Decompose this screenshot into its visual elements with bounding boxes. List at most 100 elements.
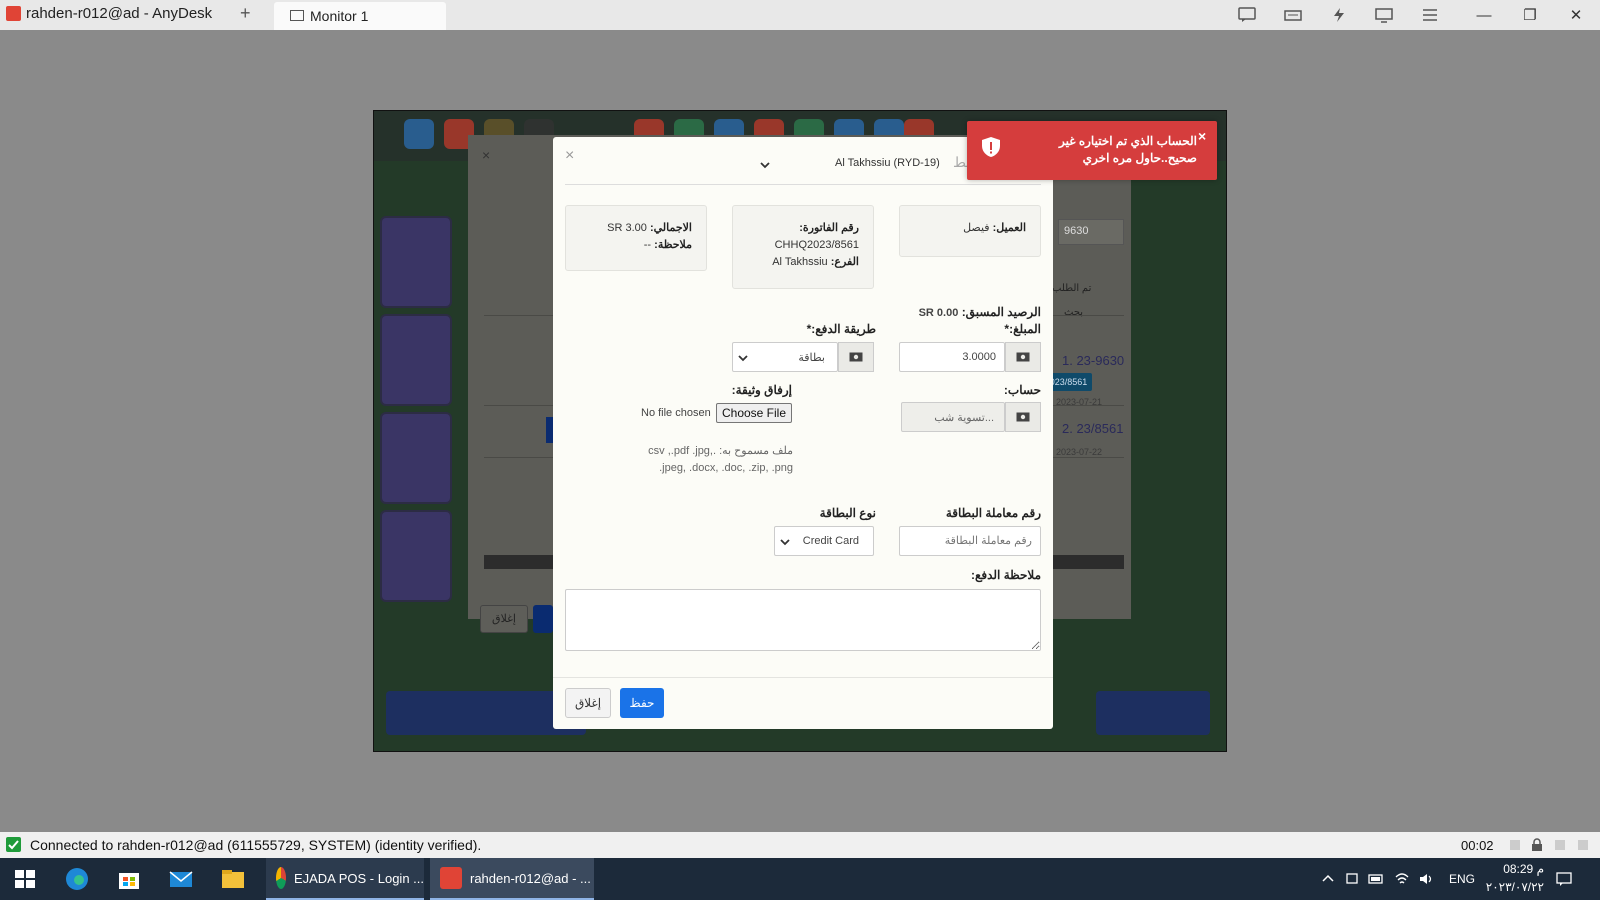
card-txn-input[interactable]: [899, 526, 1041, 556]
tab-monitor[interactable]: Monitor 1: [274, 2, 446, 31]
chevron-down-icon: [759, 159, 771, 171]
background-close-button[interactable]: إغلاق: [480, 605, 528, 633]
card-type-value: Credit Card: [802, 535, 859, 547]
chevron-up-icon[interactable]: [1320, 871, 1336, 887]
invoice-item[interactable]: 2. 23/8561: [1062, 421, 1123, 436]
payment-note-textarea[interactable]: [565, 589, 1041, 651]
menu-icon[interactable]: [1421, 7, 1439, 23]
invoice-item[interactable]: 1. 23-9630: [1062, 353, 1124, 368]
money-icon: [1005, 342, 1041, 372]
search-tab[interactable]: بحث: [1064, 307, 1083, 318]
requested-tab[interactable]: تم الطلب: [1052, 283, 1091, 294]
amount-value: 3.0000: [962, 351, 996, 363]
check-icon: [6, 837, 21, 852]
toast-close-button[interactable]: ×: [1198, 128, 1206, 144]
advance-balance: الرصيد المسبق: SR 0.00: [919, 305, 1041, 319]
taskbar-app-chrome[interactable]: EJADA POS - Login ...: [266, 858, 424, 900]
new-tab-button[interactable]: +: [240, 3, 251, 24]
total-label: الاجمالي:: [649, 222, 692, 234]
window-title: rahden-r012@ad - AnyDesk: [26, 5, 213, 22]
keyboard-icon[interactable]: [1284, 7, 1302, 23]
volume-icon[interactable]: [1418, 871, 1434, 887]
branch-label: الفرع:: [830, 256, 859, 268]
windows-taskbar: EJADA POS - Login ... rahden-r012@ad - .…: [0, 858, 1600, 900]
product-tile[interactable]: [380, 216, 452, 308]
advance-balance-label: الرصيد المسبق:: [961, 305, 1041, 319]
invoice-no-label: رقم الفاتورة:: [799, 222, 859, 234]
store-icon[interactable]: [116, 866, 142, 892]
payment-method-value: بطاقة: [798, 352, 825, 364]
anydesk-logo-icon: [6, 6, 21, 21]
close-icon[interactable]: ×: [482, 147, 490, 163]
permissions-icon[interactable]: [1553, 838, 1567, 852]
product-tile[interactable]: [380, 314, 452, 406]
card-type-label: نوع البطاقة: [819, 506, 876, 520]
session-timer: 00:02: [1461, 838, 1494, 853]
close-button[interactable]: إغلاق: [565, 688, 611, 718]
invoice-date: 2023-07-21: [1056, 397, 1103, 407]
background-search-field[interactable]: 9630: [1058, 219, 1124, 245]
customer-value: فيصل: [963, 222, 990, 234]
advance-balance-value: SR 0.00: [918, 307, 959, 319]
note-value: --: [643, 239, 652, 251]
minimize-button[interactable]: —: [1464, 2, 1504, 28]
chrome-icon: [276, 867, 286, 889]
product-tiles: [380, 216, 458, 616]
monitor-icon: [290, 10, 304, 21]
chat-icon[interactable]: [1238, 7, 1256, 23]
total-value: SR 3.00: [607, 222, 647, 234]
clock[interactable]: 08:29 م ٢٠٢٣/٠٧/٢٢: [1464, 860, 1544, 896]
product-tile[interactable]: [380, 510, 452, 602]
divider: [553, 677, 1053, 678]
invoice-box: رقم الفاتورة: CHHQ2023/8561 الفرع: Al Ta…: [732, 205, 874, 289]
battery-icon[interactable]: [1368, 871, 1384, 887]
clock-time: 08:29 م: [1503, 862, 1544, 876]
payment-method-select[interactable]: بطاقة: [732, 342, 838, 372]
anydesk-title-bar: rahden-r012@ad - AnyDesk + Monitor 1 — ❐…: [0, 0, 1600, 31]
edge-browser-icon[interactable]: [64, 866, 90, 892]
money-icon: [838, 342, 874, 372]
notifications-icon[interactable]: [1556, 871, 1572, 887]
save-button[interactable]: حفظ: [620, 688, 664, 718]
clock-date: ٢٠٢٣/٠٧/٢٢: [1485, 880, 1544, 894]
settings-icon[interactable]: [1576, 838, 1590, 852]
taskbar-app-chrome-label: EJADA POS - Login ...: [293, 870, 424, 886]
choose-file-button[interactable]: Choose File: [716, 403, 792, 423]
display-icon[interactable]: [1375, 7, 1393, 23]
no-file-text: No file chosen: [641, 407, 711, 419]
mail-icon[interactable]: [168, 866, 194, 892]
anydesk-icon: [440, 867, 462, 889]
lock-icon[interactable]: [1530, 838, 1544, 852]
payment-method-label: طريقة الدفع:*: [806, 322, 876, 336]
total-box: الاجمالي: SR 3.00 ملاحظة: --: [565, 205, 707, 271]
close-window-button[interactable]: ✕: [1556, 2, 1596, 28]
restore-button[interactable]: ❐: [1510, 2, 1550, 28]
device-icon[interactable]: [1344, 871, 1360, 887]
toast-message: الحساب الذي تم اختياره غير صحيح..حاول مر…: [1059, 134, 1197, 165]
shield-alert-icon: [979, 135, 1003, 159]
branch-name: Al Takhssiu: [772, 256, 828, 268]
connection-status-text: Connected to rahden-r012@ad (611555729, …: [30, 837, 482, 853]
wifi-icon[interactable]: [1394, 871, 1410, 887]
branch-select-value: Al Takhssiu (RYD-19): [835, 157, 940, 169]
taskbar-app-anydesk[interactable]: rahden-r012@ad - ...: [430, 858, 594, 900]
card-txn-label: رقم معاملة البطاقة: [945, 506, 1041, 520]
account-value: تسوية شب...: [934, 412, 994, 424]
account-label: حساب:: [1003, 383, 1041, 397]
invoice-date: 2023-07-22: [1056, 447, 1103, 457]
note-label: ملاحظة:: [654, 239, 692, 251]
actions-lightning-icon[interactable]: [1330, 7, 1348, 23]
file-explorer-icon[interactable]: [220, 866, 246, 892]
connection-status-bar: Connected to rahden-r012@ad (611555729, …: [0, 832, 1600, 858]
account-select[interactable]: تسوية شب...: [901, 402, 1005, 432]
payment-note-label: ملاحظة الدفع:: [970, 568, 1041, 582]
product-tile[interactable]: [380, 412, 452, 504]
background-primary-button[interactable]: [533, 605, 553, 633]
back-icon[interactable]: [404, 119, 434, 149]
amount-input[interactable]: 3.0000: [899, 342, 1005, 372]
file-transfer-icon[interactable]: [1508, 838, 1522, 852]
pos-bottom-button[interactable]: [1096, 691, 1210, 735]
card-type-select[interactable]: Credit Card: [774, 526, 874, 556]
error-toast: الحساب الذي تم اختياره غير صحيح..حاول مر…: [967, 121, 1217, 180]
windows-start-icon[interactable]: [12, 866, 38, 892]
